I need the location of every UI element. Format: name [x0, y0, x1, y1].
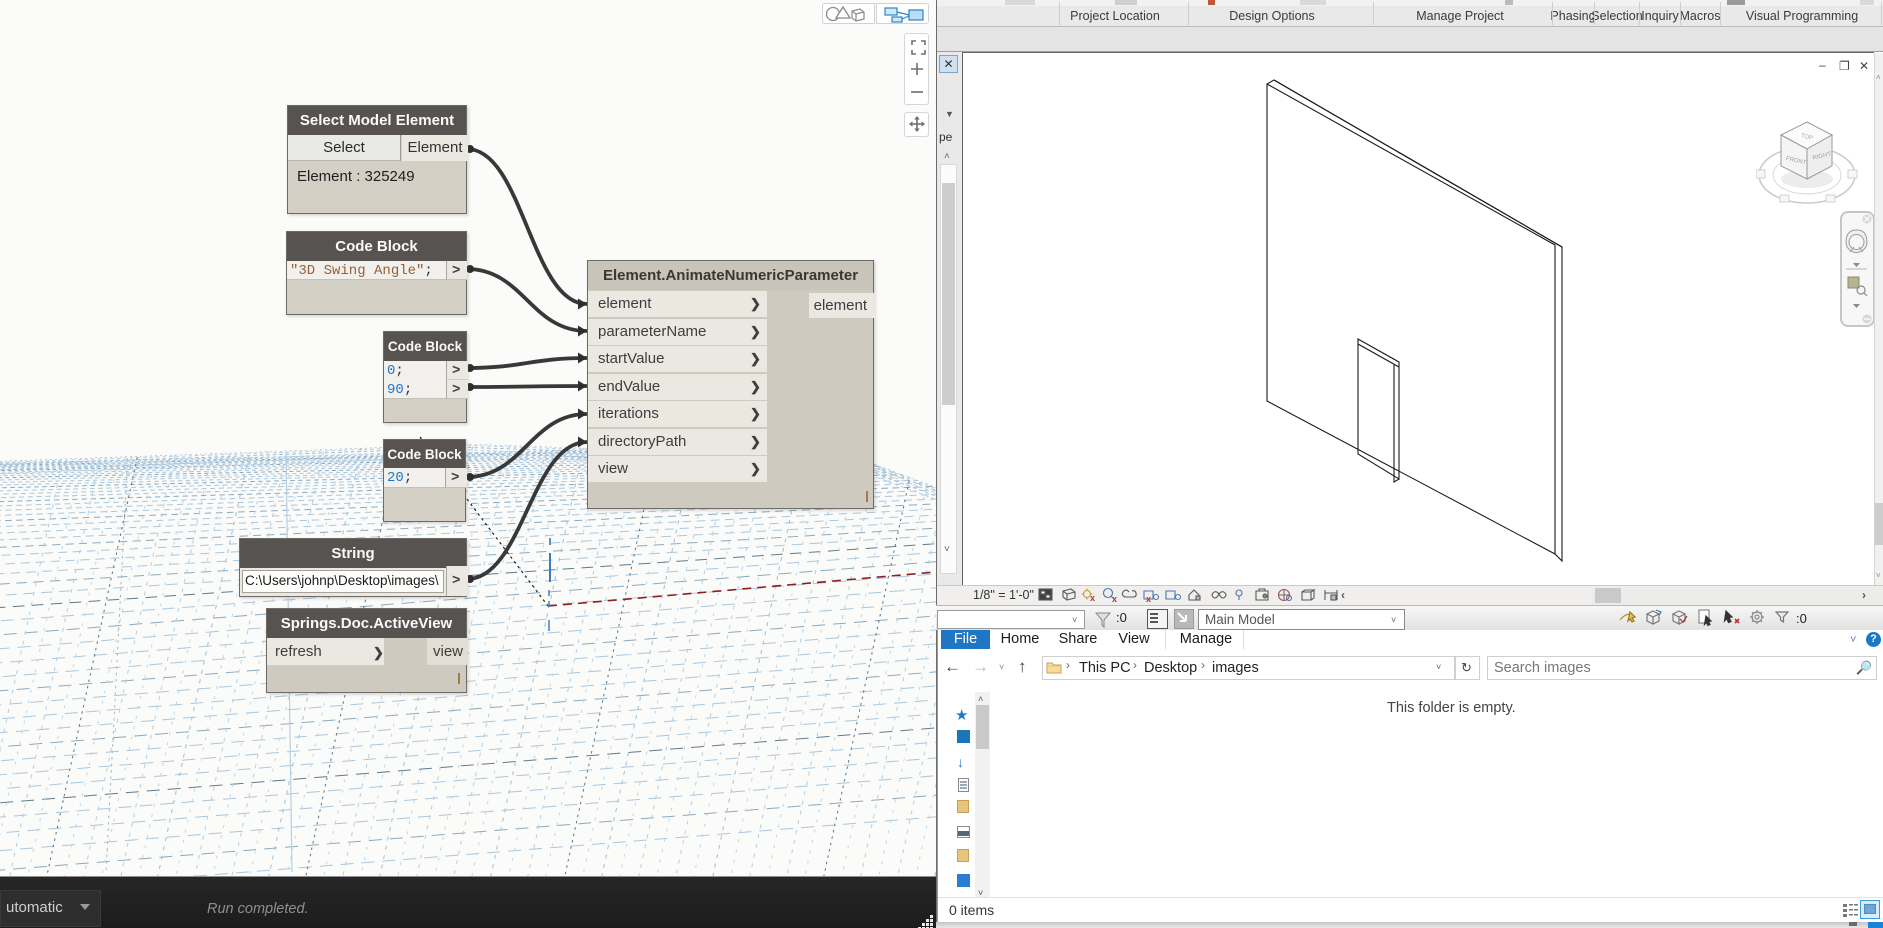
svg-text:x: x: [1112, 594, 1117, 604]
svg-text:x: x: [1146, 594, 1151, 604]
svg-text:x: x: [1090, 593, 1095, 603]
